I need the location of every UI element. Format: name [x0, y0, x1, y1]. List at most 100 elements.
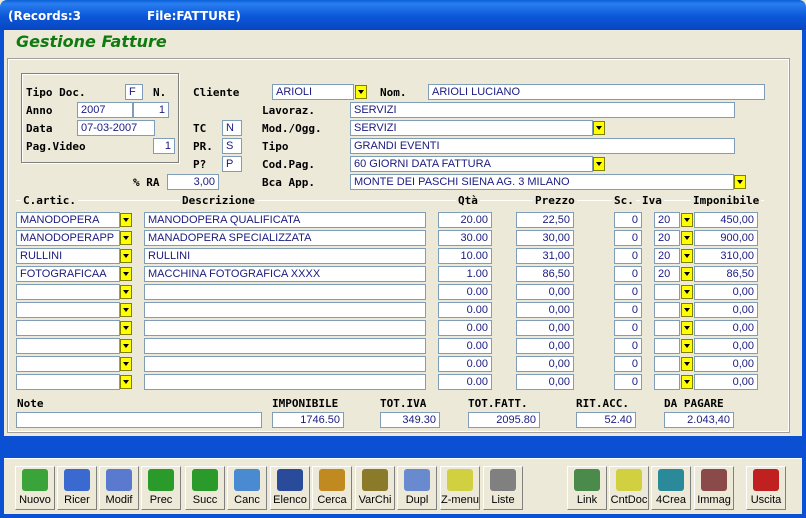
code-cell[interactable]	[16, 284, 120, 300]
n-field[interactable]: 1	[133, 102, 169, 118]
pq-field[interactable]: P	[222, 156, 242, 172]
code-dropdown-button[interactable]	[120, 249, 132, 263]
discount-cell[interactable]: 0	[614, 266, 642, 282]
iva-cell[interactable]	[654, 338, 680, 354]
imponibile-cell[interactable]: 86,50	[694, 266, 758, 282]
description-cell[interactable]	[144, 302, 426, 318]
cod-pag-dropdown-button[interactable]	[593, 157, 605, 171]
imponibile-cell[interactable]: 900,00	[694, 230, 758, 246]
quantity-cell[interactable]: 0.00	[438, 284, 492, 300]
iva-dropdown-button[interactable]	[681, 213, 693, 227]
ra-field[interactable]: 3,00	[167, 174, 219, 190]
discount-cell[interactable]: 0	[614, 356, 642, 372]
cerca-button[interactable]: Cerca	[312, 466, 352, 510]
code-dropdown-button[interactable]	[120, 303, 132, 317]
dupl-button[interactable]: Dupl	[397, 466, 437, 510]
prec-button[interactable]: Prec	[141, 466, 181, 510]
cliente-field[interactable]: ARIOLI	[272, 84, 354, 100]
quantity-cell[interactable]: 0.00	[438, 356, 492, 372]
liste-button[interactable]: Liste	[483, 466, 523, 510]
description-cell[interactable]: MACCHINA FOTOGRAFICA XXXX	[144, 266, 426, 282]
price-cell[interactable]: 0,00	[516, 356, 574, 372]
code-dropdown-button[interactable]	[120, 375, 132, 389]
iva-cell[interactable]: 20	[654, 212, 680, 228]
iva-cell[interactable]	[654, 356, 680, 372]
quantity-cell[interactable]: 1.00	[438, 266, 492, 282]
imponibile-cell[interactable]: 0,00	[694, 302, 758, 318]
data-field[interactable]: 07-03-2007	[77, 120, 155, 136]
tipo-field[interactable]: GRANDI EVENTI	[350, 138, 735, 154]
iva-dropdown-button[interactable]	[681, 303, 693, 317]
imponibile-cell[interactable]: 0,00	[694, 356, 758, 372]
discount-cell[interactable]: 0	[614, 338, 642, 354]
price-cell[interactable]: 0,00	[516, 374, 574, 390]
cod-pag-field[interactable]: 60 GIORNI DATA FATTURA	[350, 156, 593, 172]
price-cell[interactable]: 0,00	[516, 320, 574, 336]
iva-cell[interactable]: 20	[654, 266, 680, 282]
iva-dropdown-button[interactable]	[681, 357, 693, 371]
code-dropdown-button[interactable]	[120, 267, 132, 281]
link-button[interactable]: Link	[567, 466, 607, 510]
code-cell[interactable]: RULLINI	[16, 248, 120, 264]
anno-field[interactable]: 2007	[77, 102, 133, 118]
price-cell[interactable]: 86,50	[516, 266, 574, 282]
discount-cell[interactable]: 0	[614, 248, 642, 264]
canc-button[interactable]: Canc	[227, 466, 267, 510]
bca-app-dropdown-button[interactable]	[734, 175, 746, 189]
code-dropdown-button[interactable]	[120, 213, 132, 227]
quantity-cell[interactable]: 0.00	[438, 374, 492, 390]
code-dropdown-button[interactable]	[120, 321, 132, 335]
iva-cell[interactable]: 20	[654, 248, 680, 264]
code-dropdown-button[interactable]	[120, 285, 132, 299]
imponibile-cell[interactable]: 310,00	[694, 248, 758, 264]
quantity-cell[interactable]: 0.00	[438, 338, 492, 354]
code-cell[interactable]	[16, 302, 120, 318]
code-cell[interactable]	[16, 338, 120, 354]
mod-ogg-dropdown-button[interactable]	[593, 121, 605, 135]
imponibile-cell[interactable]: 0,00	[694, 338, 758, 354]
iva-cell[interactable]: 20	[654, 230, 680, 246]
price-cell[interactable]: 22,50	[516, 212, 574, 228]
description-cell[interactable]: MANODOPERA QUALIFICATA	[144, 212, 426, 228]
description-cell[interactable]	[144, 356, 426, 372]
pr-field[interactable]: S	[222, 138, 242, 154]
description-cell[interactable]	[144, 338, 426, 354]
code-cell[interactable]: FOTOGRAFICAA	[16, 266, 120, 282]
iva-dropdown-button[interactable]	[681, 267, 693, 281]
code-dropdown-button[interactable]	[120, 231, 132, 245]
iva-dropdown-button[interactable]	[681, 249, 693, 263]
4crea-button[interactable]: 4Crea	[651, 466, 691, 510]
imponibile-cell[interactable]: 0,00	[694, 374, 758, 390]
pag-video-field[interactable]: 1	[153, 138, 175, 154]
iva-dropdown-button[interactable]	[681, 339, 693, 353]
iva-dropdown-button[interactable]	[681, 321, 693, 335]
elenco-button[interactable]: Elenco	[270, 466, 310, 510]
price-cell[interactable]: 0,00	[516, 338, 574, 354]
quantity-cell[interactable]: 30.00	[438, 230, 492, 246]
iva-cell[interactable]	[654, 302, 680, 318]
iva-cell[interactable]	[654, 320, 680, 336]
ricer-button[interactable]: Ricer	[57, 466, 97, 510]
mod-ogg-field[interactable]: SERVIZI	[350, 120, 593, 136]
code-dropdown-button[interactable]	[120, 357, 132, 371]
z-menu-button[interactable]: Z-menu	[440, 466, 480, 510]
iva-dropdown-button[interactable]	[681, 375, 693, 389]
note-field[interactable]	[16, 412, 262, 428]
immag-button[interactable]: Immag	[694, 466, 734, 510]
imponibile-cell[interactable]: 450,00	[694, 212, 758, 228]
discount-cell[interactable]: 0	[614, 212, 642, 228]
price-cell[interactable]: 0,00	[516, 284, 574, 300]
iva-dropdown-button[interactable]	[681, 231, 693, 245]
cntdoc-button[interactable]: CntDoc	[609, 466, 649, 510]
modif-button[interactable]: Modif	[99, 466, 139, 510]
quantity-cell[interactable]: 0.00	[438, 302, 492, 318]
description-cell[interactable]	[144, 320, 426, 336]
quantity-cell[interactable]: 20.00	[438, 212, 492, 228]
code-cell[interactable]	[16, 374, 120, 390]
nom-field[interactable]: ARIOLI LUCIANO	[428, 84, 765, 100]
iva-dropdown-button[interactable]	[681, 285, 693, 299]
iva-cell[interactable]	[654, 284, 680, 300]
code-cell[interactable]: MANODOPERA	[16, 212, 120, 228]
quantity-cell[interactable]: 0.00	[438, 320, 492, 336]
description-cell[interactable]: RULLINI	[144, 248, 426, 264]
